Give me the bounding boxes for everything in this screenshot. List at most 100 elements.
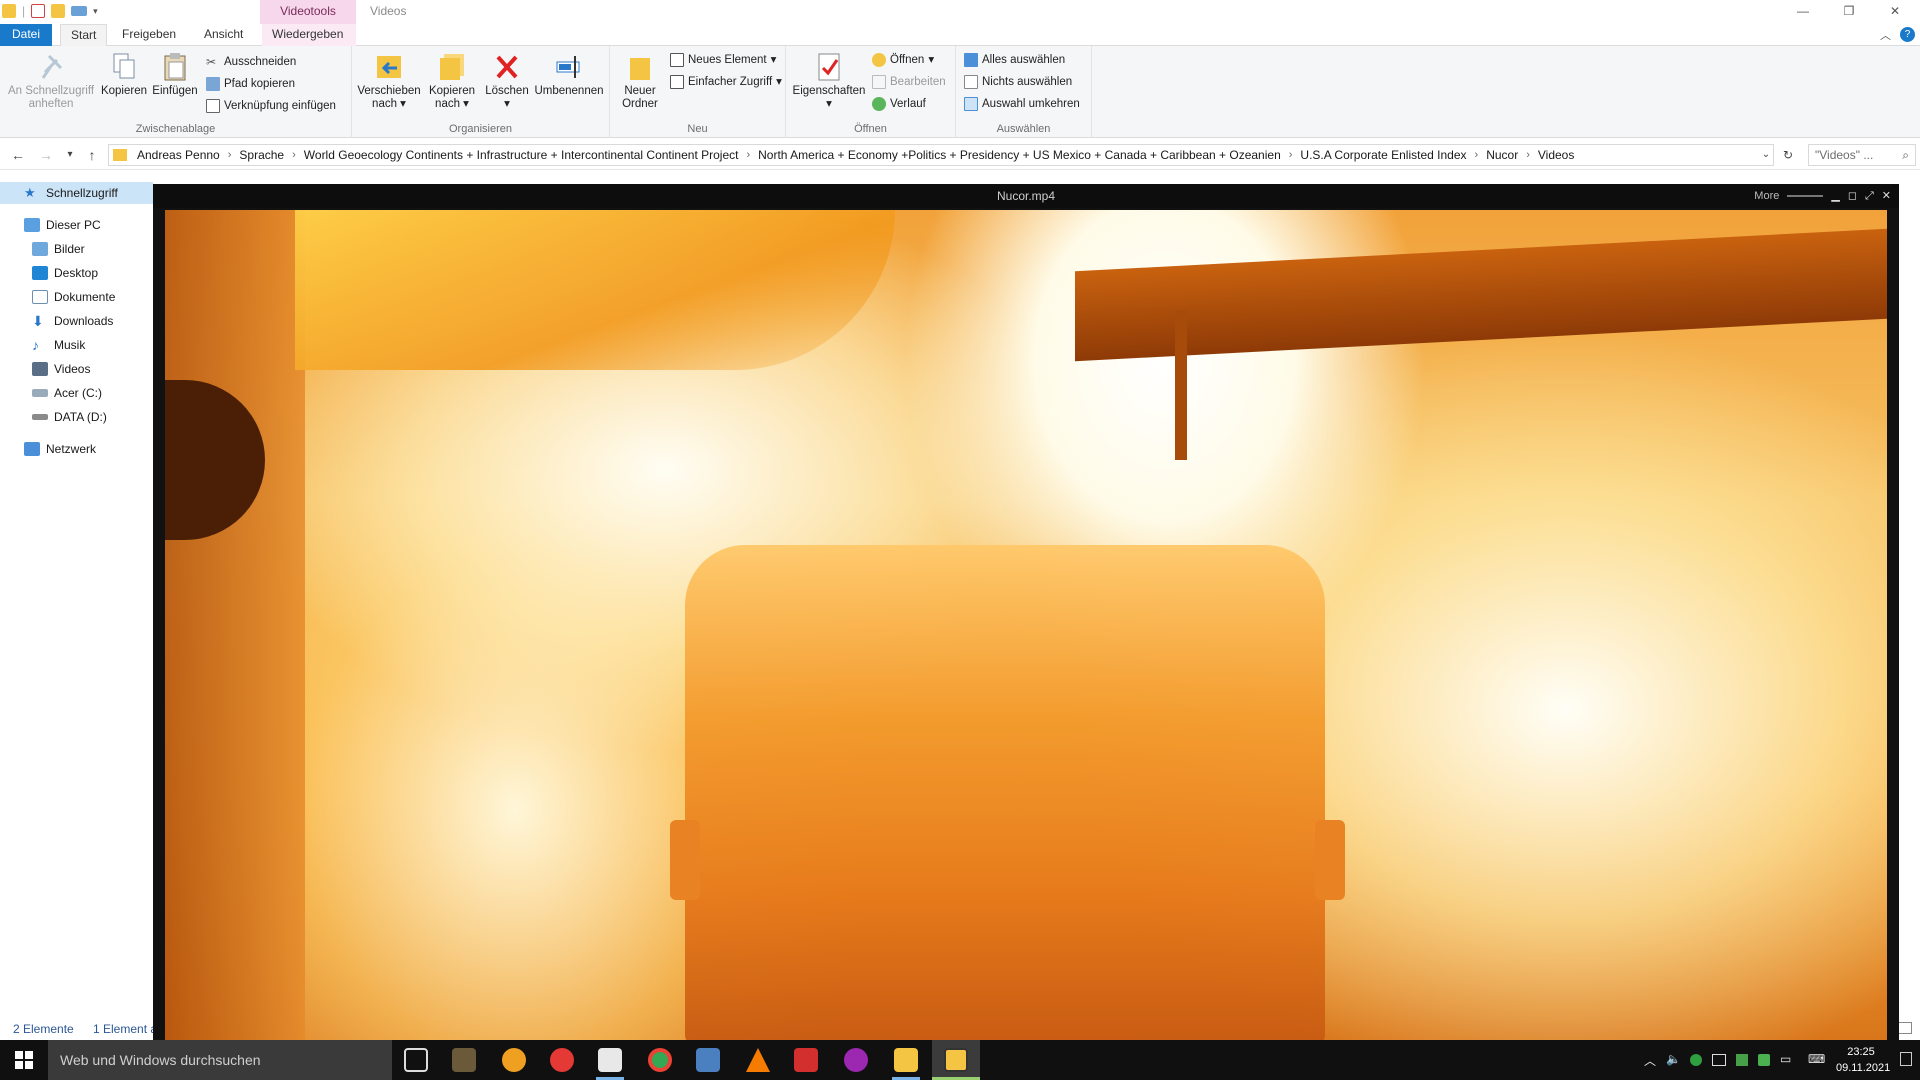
select-none-button[interactable]: Nichts auswählen (964, 72, 1072, 92)
video-explorer-icon[interactable] (944, 1048, 968, 1072)
recent-locations-icon[interactable]: ▾ (60, 145, 80, 165)
up-arrow-icon[interactable]: ↑ (82, 145, 102, 165)
nav-desktop[interactable]: Desktop (0, 262, 153, 284)
tab-start[interactable]: Start (60, 24, 108, 46)
paste-shortcut-button[interactable]: Verknüpfung einfügen (206, 96, 336, 116)
start-button[interactable] (0, 1040, 48, 1080)
nav-music[interactable]: ♪ Musik (0, 334, 153, 356)
group-new: Neuer Ordner Neues Element ▾ Einfacher Z… (610, 46, 786, 138)
system-clock[interactable]: 23:25 09.11.2021 (1836, 1044, 1890, 1076)
maximize-icon[interactable]: ◻ (1848, 184, 1857, 208)
nav-documents[interactable]: Dokumente (0, 286, 153, 308)
opera-icon[interactable] (550, 1048, 574, 1072)
properties-icon[interactable] (31, 4, 46, 18)
qat-dropdown-icon[interactable]: ▾ (93, 6, 98, 17)
security-status-icon[interactable] (1690, 1054, 1702, 1066)
pin-quick-access-button[interactable]: An Schnellzugriff anheften (6, 52, 96, 111)
delete-button[interactable]: Löschen ▾ (482, 52, 532, 111)
cut-button[interactable]: ✂ Ausschneiden (206, 52, 296, 72)
video-frame[interactable] (165, 210, 1887, 1040)
easy-access-button[interactable]: Einfacher Zugriff ▾ (670, 72, 782, 92)
forward-arrow-icon[interactable]: → (36, 145, 56, 165)
folder-icon (113, 149, 127, 161)
rename-button[interactable]: Umbenennen (532, 52, 606, 98)
nav-this-pc[interactable]: Dieser PC (0, 214, 153, 236)
tab-view[interactable]: Ansicht (194, 24, 253, 46)
search-input[interactable]: "Videos" ... ⌕ (1808, 144, 1916, 166)
select-all-button[interactable]: Alles auswählen (964, 50, 1065, 70)
breadcrumb-separator: › (292, 149, 296, 161)
video-crane-beam (1075, 228, 1887, 362)
network-tray-icon[interactable] (1712, 1054, 1726, 1066)
quick-access-toolbar: | ▾ (2, 4, 98, 18)
vlc-icon[interactable] (746, 1048, 770, 1072)
copy-button[interactable]: Kopieren (100, 52, 148, 98)
restore-button[interactable]: ❐ (1826, 0, 1872, 24)
move-to-button[interactable]: Verschieben nach ▾ (356, 52, 422, 111)
copy-path-button[interactable]: Pfad kopieren (206, 74, 295, 94)
taskbar-search-input[interactable]: Web und Windows durchsuchen (48, 1040, 392, 1080)
minimize-button[interactable]: — (1780, 0, 1826, 24)
app-icon-yellow[interactable] (502, 1048, 526, 1072)
keyboard-icon[interactable]: ⌨ (1808, 1052, 1825, 1092)
refresh-icon[interactable]: ↻ (1778, 145, 1798, 165)
breadcrumb-1[interactable]: Sprache (239, 148, 284, 162)
copy-to-button[interactable]: Kopieren nach ▾ (422, 52, 482, 111)
open-button[interactable]: Öffnen ▾ (872, 50, 934, 70)
address-bar[interactable]: Andreas Penno › Sprache › World Geoecology… (108, 144, 1774, 166)
breadcrumb-0[interactable]: Andreas Penno (137, 148, 220, 162)
address-dropdown-icon[interactable]: ⌄ (1756, 145, 1776, 165)
paste-button[interactable]: Einfügen (150, 52, 200, 98)
photo-app-icon[interactable] (452, 1048, 476, 1072)
tab-file[interactable]: Datei (0, 24, 52, 46)
invert-selection-button[interactable]: Auswahl umkehren (964, 94, 1080, 114)
nav-drive-d[interactable]: DATA (D:) (0, 406, 153, 428)
nav-pictures[interactable]: Bilder (0, 238, 153, 260)
breadcrumb-2[interactable]: World Geoecology Continents + Infrastruc… (304, 148, 739, 162)
help-icon[interactable]: ? (1900, 27, 1915, 42)
volume-icon[interactable]: 🔈 (1666, 1052, 1681, 1092)
nav-drive-c[interactable]: Acer (C:) (0, 382, 153, 404)
edit-button[interactable]: Bearbeiten (872, 72, 946, 92)
window-title: Videos (370, 4, 407, 18)
fullscreen-icon[interactable]: ⤢ (1865, 184, 1874, 208)
close-button[interactable]: ✕ (1872, 0, 1918, 24)
nav-downloads[interactable]: ⬇ Downloads (0, 310, 153, 332)
battery-icon[interactable] (1736, 1054, 1748, 1066)
more-button[interactable]: More (1754, 184, 1779, 208)
tab-share[interactable]: Freigeben (112, 24, 186, 46)
action-center-icon[interactable] (1900, 1052, 1912, 1066)
nav-videos[interactable]: Videos (0, 358, 153, 380)
breadcrumb-4[interactable]: U.S.A Corporate Enlisted Index (1300, 148, 1466, 162)
history-button[interactable]: Verlauf (872, 94, 926, 114)
close-icon[interactable]: ✕ (1882, 184, 1891, 208)
new-item-button[interactable]: Neues Element ▾ (670, 50, 776, 70)
nav-network[interactable]: Netzwerk (0, 438, 153, 460)
tab-play[interactable]: Wiedergeben (262, 24, 356, 46)
chrome-icon[interactable] (648, 1048, 672, 1072)
breadcrumb-6[interactable]: Videos (1538, 148, 1574, 162)
tray-overflow-icon[interactable]: ︿ (1644, 1052, 1656, 1092)
properties-button[interactable]: Eigenschaften ▾ (790, 52, 868, 111)
file-explorer-icon[interactable] (894, 1048, 918, 1072)
task-view-icon[interactable] (404, 1048, 428, 1072)
volume-slider[interactable] (1787, 195, 1824, 197)
office-app-icon[interactable] (598, 1048, 622, 1072)
antivirus-icon[interactable] (794, 1048, 818, 1072)
back-arrow-icon[interactable]: ← (8, 145, 28, 165)
rename-icon[interactable] (71, 6, 88, 16)
ribbon-collapse-icon[interactable]: ︿ (1880, 27, 1891, 43)
new-folder-button[interactable]: Neuer Ordner (616, 52, 664, 111)
message-icon[interactable]: ▭ (1780, 1052, 1791, 1092)
nvidia-icon[interactable] (1758, 1054, 1770, 1066)
breadcrumb-3[interactable]: North America + Economy +Politics + Pres… (758, 148, 1281, 162)
nav-quick-access[interactable]: ★ Schnellzugriff (0, 182, 153, 204)
minimize-icon[interactable]: ▁ (1831, 184, 1839, 208)
properties-checkmark-icon (815, 52, 843, 82)
details-view-icon[interactable] (1898, 1022, 1912, 1034)
new-folder-icon[interactable] (51, 4, 66, 18)
image-viewer-icon[interactable] (696, 1048, 720, 1072)
breadcrumb-5[interactable]: Nucor (1486, 148, 1518, 162)
group-label-select: Auswählen (996, 123, 1051, 135)
color-app-icon[interactable] (844, 1048, 868, 1072)
